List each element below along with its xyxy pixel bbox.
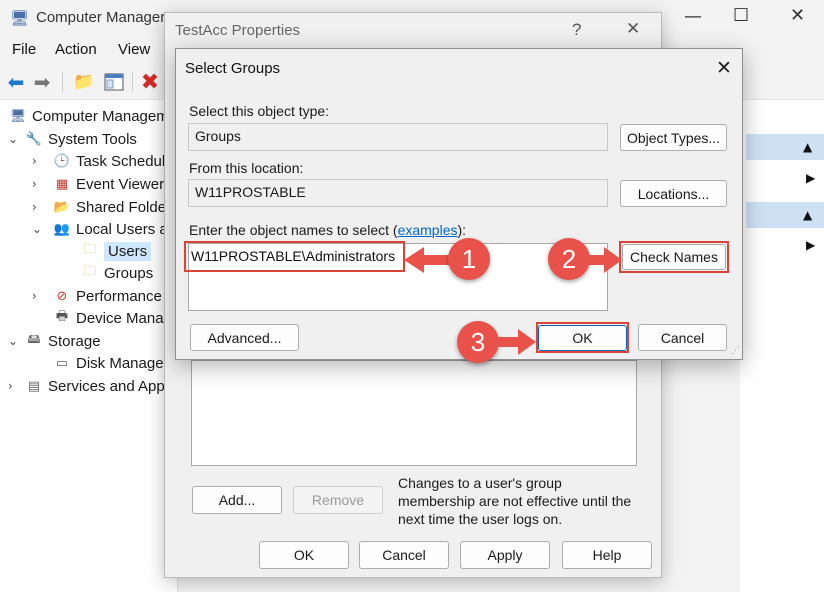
close-button[interactable]: ✕ (790, 5, 805, 26)
highlight-box (184, 241, 405, 272)
remove-button[interactable]: Remove (293, 486, 383, 514)
expand-chevron-icon[interactable]: › (32, 289, 46, 303)
collapse-up-icon[interactable]: ▲ (803, 140, 812, 154)
tree-item-services-and-apps[interactable]: › ▤ Services and App (8, 375, 165, 397)
tree-item-task-scheduler[interactable]: › 🕒 Task Schedul (32, 150, 165, 172)
close-icon[interactable]: ✕ (716, 57, 732, 79)
location-label: From this location: (189, 160, 304, 176)
forward-arrow-icon[interactable]: ➡ (30, 70, 54, 94)
tree-item-computer-management[interactable]: 🖥 Computer Managem (4, 105, 169, 127)
member-of-list[interactable] (191, 360, 637, 466)
services-icon: ▤ (27, 378, 41, 394)
more-actions-arrow-icon[interactable]: ▶ (806, 238, 815, 252)
expand-chevron-icon[interactable]: › (32, 154, 46, 168)
tree-item-label: Task Schedul (76, 152, 166, 170)
locations-button[interactable]: Locations... (620, 180, 727, 207)
tree-item-disk-management[interactable]: ▭ Disk Manage (32, 352, 164, 374)
advanced-button[interactable]: Advanced... (190, 324, 299, 351)
tree-item-shared-folders[interactable]: › 📂 Shared Folde (32, 196, 166, 218)
highlight-box (536, 322, 629, 353)
tree-item-device-manager[interactable]: 🖶 Device Mana (32, 307, 164, 329)
location-field: W11PROSTABLE (188, 179, 608, 207)
tree-item-label: Groups (104, 264, 154, 282)
tree-item-label: Event Viewer (76, 175, 165, 193)
ok-button[interactable]: OK (259, 541, 349, 569)
shared-folder-icon: 📂 (53, 199, 71, 215)
tree-item-label: Disk Manage (76, 354, 164, 372)
expand-chevron-icon[interactable]: › (8, 379, 22, 393)
back-arrow-icon[interactable]: ⬅ (4, 70, 28, 94)
tree-item-label: Local Users a (76, 220, 168, 238)
close-icon[interactable]: ✕ (626, 19, 640, 39)
delete-icon[interactable]: ✖ (138, 70, 162, 95)
object-types-button[interactable]: Object Types... (620, 124, 727, 151)
actions-header[interactable] (746, 134, 824, 160)
help-button[interactable]: ? (572, 20, 581, 40)
window-title: Computer Manager (36, 9, 166, 26)
tree-item-label: Device Mana (76, 309, 164, 327)
event-viewer-icon: ▦ (55, 176, 69, 192)
tools-icon: 🔧 (25, 131, 43, 147)
collapse-chevron-icon[interactable]: ⌄ (32, 222, 46, 236)
performance-icon: ⊘ (56, 288, 68, 304)
tree-item-local-users[interactable]: ⌄ 👥 Local Users a (32, 218, 168, 240)
toolbar-separator (62, 72, 63, 92)
select-groups-title: Select Groups (185, 60, 281, 77)
minimize-button[interactable]: — (684, 6, 702, 27)
menu-file[interactable]: File (12, 41, 36, 58)
users-icon: 👥 (53, 221, 71, 237)
maximize-button[interactable]: ☐ (733, 5, 749, 26)
membership-note: Changes to a user's group membership are… (398, 475, 632, 527)
cancel-button[interactable]: Cancel (359, 541, 449, 569)
object-type-field: Groups (188, 123, 608, 151)
collapse-up-icon[interactable]: ▲ (803, 208, 812, 222)
menu-action[interactable]: Action (55, 41, 97, 58)
right-arrow-icon (492, 329, 536, 355)
tree-item-users[interactable]: 🗀 Users (60, 240, 152, 262)
tree-item-groups[interactable]: 🗀 Groups (60, 262, 153, 284)
toolbar-separator (132, 72, 133, 92)
computer-management-icon: 🖥 (10, 9, 30, 27)
tree-item-label: Shared Folde (76, 198, 167, 216)
computer-management-icon: 🖥 (9, 108, 27, 124)
storage-icon: 🖴 (27, 332, 41, 347)
right-arrow-icon (582, 247, 622, 273)
tree-item-label: Storage (48, 332, 101, 350)
tree-item-storage[interactable]: ⌄ 🖴 Storage (8, 330, 101, 352)
tree-pane: 🖥 Computer Managem ⌄ 🔧 System Tools › 🕒 … (0, 100, 178, 592)
up-folder-icon[interactable]: 📁 (72, 70, 96, 94)
tree-item-label: System Tools (48, 130, 137, 148)
more-actions-arrow-icon[interactable]: ▶ (806, 171, 815, 185)
step-1-badge: 1 (448, 238, 490, 280)
tree-item-system-tools[interactable]: ⌄ 🔧 System Tools (8, 128, 137, 150)
cancel-button[interactable]: Cancel (638, 324, 727, 351)
highlight-box (619, 241, 729, 273)
tree-item-performance[interactable]: › ⊘ Performance (32, 285, 162, 307)
help-button[interactable]: Help (562, 541, 652, 569)
actions-header[interactable] (746, 202, 824, 228)
show-hide-tree-icon[interactable] (102, 70, 126, 94)
object-names-label: Enter the object names to select (exampl… (189, 222, 467, 238)
tree-item-label: Users (104, 241, 152, 261)
expand-chevron-icon[interactable]: › (32, 177, 46, 191)
collapse-chevron-icon[interactable]: ⌄ (8, 132, 22, 146)
device-manager-icon: 🖶 (55, 309, 69, 324)
tree-item-label: Performance (76, 287, 162, 305)
tree-item-label: Computer Managem (32, 107, 169, 125)
object-type-label: Select this object type: (189, 103, 330, 119)
folder-icon: 🗀 (83, 242, 97, 257)
properties-dialog-title: TestAcc Properties (175, 22, 301, 39)
folder-icon: 🗀 (83, 264, 97, 279)
examples-link[interactable]: examples (398, 222, 458, 238)
tree-item-label: Services and App (48, 377, 165, 395)
disk-icon: ▭ (55, 355, 69, 371)
apply-button[interactable]: Apply (460, 541, 550, 569)
clock-icon: 🕒 (53, 153, 71, 169)
expand-chevron-icon[interactable]: › (32, 200, 46, 214)
tree-item-event-viewer[interactable]: › ▦ Event Viewer (32, 173, 164, 195)
collapse-chevron-icon[interactable]: ⌄ (8, 334, 22, 348)
resize-grip-icon[interactable]: ⋰ (731, 346, 740, 356)
menu-view[interactable]: View (118, 41, 150, 58)
add-button[interactable]: Add... (192, 486, 282, 514)
